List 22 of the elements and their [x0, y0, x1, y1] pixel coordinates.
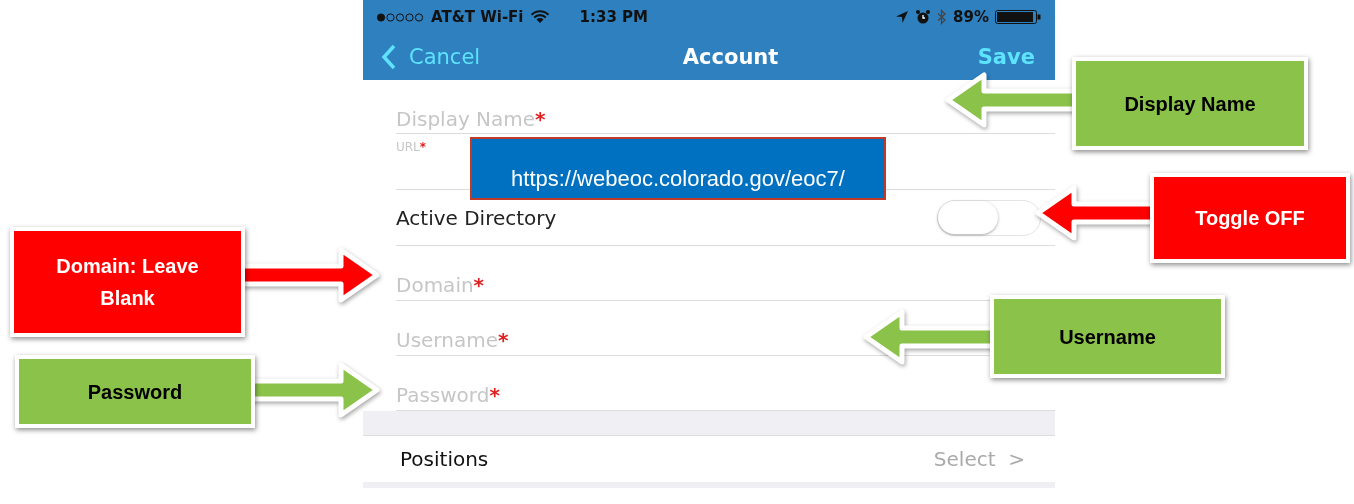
text-field[interactable]: Password* — [396, 383, 500, 407]
status-time: 1:33 PM — [579, 8, 648, 26]
cancel-button[interactable]: Cancel — [381, 44, 481, 70]
url-label: URL* — [396, 140, 427, 154]
signal-icon — [377, 12, 425, 22]
carrier-text: AT&T Wi-Fi — [431, 8, 524, 26]
text-field[interactable]: Username* — [396, 328, 509, 352]
text-field[interactable]: Domain* — [396, 273, 485, 297]
toggle-switch[interactable] — [937, 199, 1041, 236]
battery-percent: 89% — [953, 8, 989, 26]
wifi-icon — [529, 10, 550, 24]
location-arrow-icon — [895, 10, 910, 24]
active-directory-label: Active Directory — [396, 205, 557, 230]
back-chevron-icon — [381, 44, 397, 70]
display-name-field[interactable]: Display Name* — [396, 107, 546, 131]
bluetooth-icon — [937, 9, 948, 25]
battery-icon — [995, 10, 1041, 24]
positions-row[interactable]: Positions Select > — [396, 436, 1055, 482]
save-button[interactable]: Save — [931, 45, 1035, 69]
url-callout: https://webeoc.colorado.gov/eoc7/ — [470, 137, 886, 200]
screen-title: Account — [682, 45, 779, 69]
alarm-clock-icon — [915, 9, 932, 25]
